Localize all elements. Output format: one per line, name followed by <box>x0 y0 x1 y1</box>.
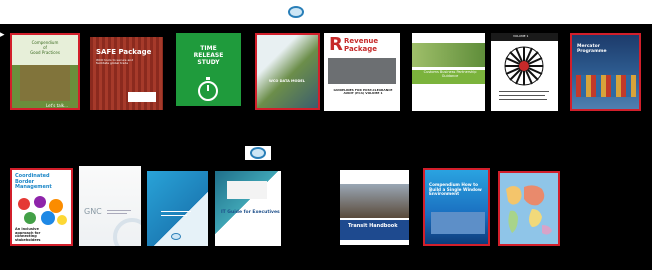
book-footer: Let's talk... <box>46 103 68 108</box>
publication-transit-handbook[interactable]: Transit Handbook <box>340 170 409 245</box>
publication-customs-business-partnership[interactable]: Customs Business Partnership Guidance <box>412 33 485 111</box>
people-network-icon <box>18 196 67 225</box>
publication-mercator-programme[interactable]: Mercator Programme <box>570 33 641 111</box>
publication-it-guide-for-executives[interactable]: IT Guide for Executives <box>215 171 281 246</box>
world-map-icon <box>506 185 552 235</box>
book-title: IT Guide for Executives <box>221 210 280 215</box>
publication-volume-1[interactable]: VOLUME 1 <box>491 33 558 111</box>
publication-gnc[interactable]: GNC <box>79 166 141 246</box>
book-title: Good Practices <box>30 50 60 55</box>
book-title: TIME RELEASE STUDY <box>193 45 224 67</box>
book-title: GNC <box>84 207 102 216</box>
book-title: Coordinated Border Management <box>15 173 52 190</box>
publication-time-release-study[interactable]: TIME RELEASE STUDY <box>176 33 241 106</box>
publication-wco-data-model[interactable]: WCO DATA MODEL <box>255 33 320 110</box>
stopwatch-icon <box>198 77 218 101</box>
publication-safe-package[interactable]: SAFE Package WCO tools to secure and fac… <box>90 37 163 110</box>
book-title: Mercator Programme <box>577 44 607 54</box>
wco-emblem-icon <box>171 233 181 240</box>
publication-blue-cover[interactable] <box>147 171 208 246</box>
wco-emblem-icon <box>250 147 266 159</box>
book-title: SAFE Package <box>96 48 152 56</box>
book-subtitle: An inclusive approach for connecting sta… <box>15 227 41 243</box>
book-subtitle: WCO tools to secure and facilitate globa… <box>96 58 134 66</box>
publication-compendium-good-practices[interactable]: Compendium of Good Practices Let's talk.… <box>10 33 80 110</box>
book-title: Revenue Package <box>344 37 379 53</box>
publication-revenue-package[interactable]: Revenue Package R GUIDELINES FOR POST-CL… <box>324 33 400 111</box>
publication-single-window-compendium[interactable]: Compendium How to Build a Single Window … <box>423 168 490 246</box>
wco-logo-middle <box>245 146 271 160</box>
radial-lines-icon <box>504 46 544 86</box>
book-title: Compendium How to Build a Single Window … <box>429 182 482 197</box>
book-title: Customs Business Partnership Guidance <box>423 70 477 78</box>
wco-logo-top <box>285 5 307 19</box>
wco-emblem-icon <box>288 6 304 18</box>
cursor-arrow-icon: ▸ <box>0 30 5 40</box>
book-title: Transit Handbook <box>348 223 398 229</box>
publication-coordinated-border-management[interactable]: Coordinated Border Management An inclusi… <box>10 168 73 246</box>
publication-world-map[interactable] <box>498 171 560 246</box>
top-bar <box>0 0 652 24</box>
book-subtitle: GUIDELINES FOR POST-CLEARANCE AUDIT (PCA… <box>333 88 393 96</box>
book-title: VOLUME 1 <box>513 34 529 38</box>
book-title: WCO DATA MODEL <box>269 79 305 83</box>
